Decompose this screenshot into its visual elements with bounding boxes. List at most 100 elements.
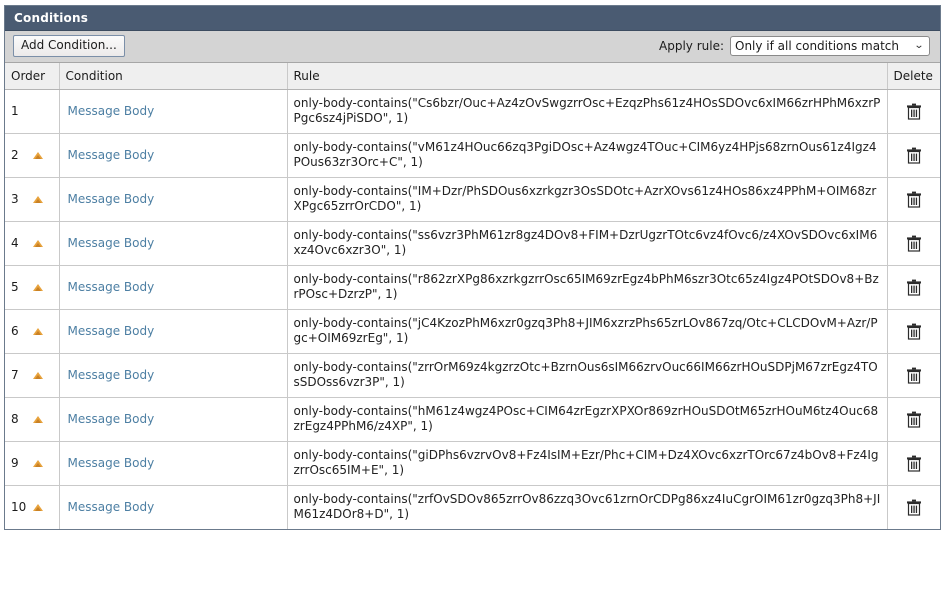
order-inner: 1 (11, 104, 53, 118)
move-up-arrow-icon[interactable] (33, 415, 44, 423)
order-number: 4 (11, 236, 19, 250)
trash-icon[interactable] (906, 103, 922, 120)
condition-link[interactable]: Message Body (66, 368, 155, 382)
column-header-rule: Rule (287, 63, 888, 90)
order-number: 9 (11, 456, 19, 470)
table-row: 7 Message Body only-body-contains("zrrOrM6… (5, 353, 940, 398)
rule-cell: only-body-contains("ss6vzr3PhM61zr8gz4DO… (287, 221, 888, 266)
condition-cell: Message Body (59, 353, 288, 398)
table-row: 1 Message Body only-body-contains("Cs6bzr/… (5, 89, 940, 134)
order-cell: 7 (5, 353, 60, 398)
order-number: 1 (11, 104, 19, 118)
rule-cell: only-body-contains("r862zrXPg86xzrkgzrrO… (287, 265, 888, 310)
condition-link[interactable]: Message Body (66, 148, 155, 162)
apply-rule-select[interactable]: Only if all conditions match ⌄ (730, 36, 930, 56)
order-cell: 4 (5, 221, 60, 266)
condition-link[interactable]: Message Body (66, 412, 155, 426)
conditions-panel: Conditions Add Condition... Apply rule: … (4, 5, 941, 530)
delete-cell (887, 133, 940, 178)
order-number: 6 (11, 324, 19, 338)
rule-cell: only-body-contains("zrfOvSDOv865zrrOv86z… (287, 485, 888, 529)
order-number: 7 (11, 368, 19, 382)
column-header-delete: Delete (887, 63, 940, 90)
delete-cell (887, 89, 940, 134)
move-up-arrow-icon[interactable] (33, 459, 44, 467)
conditions-table: Order Condition Rule Delete 1 Message Bod… (5, 63, 940, 529)
trash-icon[interactable] (906, 499, 922, 516)
table-body: 1 Message Body only-body-contains("Cs6bzr/… (5, 89, 940, 529)
trash-icon[interactable] (906, 411, 922, 428)
order-cell: 6 (5, 309, 60, 354)
table-row: 2 Message Body only-body-contains("vM61z4H… (5, 133, 940, 178)
order-number: 2 (11, 148, 19, 162)
move-up-arrow-icon[interactable] (33, 239, 44, 247)
move-up-arrow-icon[interactable] (33, 503, 44, 511)
condition-cell: Message Body (59, 309, 288, 354)
rule-cell: only-body-contains("giDPhs6vzrvOv8+Fz4Is… (287, 441, 888, 486)
delete-cell (887, 441, 940, 486)
rule-cell: only-body-contains("IM+Dzr/PhSDOus6xzrkg… (287, 177, 888, 222)
apply-rule-selected-value: Only if all conditions match (735, 39, 900, 53)
chevron-down-icon: ⌄ (913, 40, 924, 51)
move-up-arrow-icon[interactable] (33, 151, 44, 159)
delete-cell (887, 221, 940, 266)
trash-icon[interactable] (906, 323, 922, 340)
table-row: 6 Message Body only-body-contains("jC4Kzoz… (5, 309, 940, 354)
condition-link[interactable]: Message Body (66, 456, 155, 470)
condition-cell: Message Body (59, 133, 288, 178)
apply-rule-label: Apply rule: (659, 39, 724, 53)
trash-icon[interactable] (906, 147, 922, 164)
delete-cell (887, 397, 940, 442)
table-row: 5 Message Body only-body-contains("r862zrX… (5, 265, 940, 310)
trash-icon[interactable] (906, 235, 922, 252)
order-cell: 5 (5, 265, 60, 310)
condition-link[interactable]: Message Body (66, 192, 155, 206)
move-up-arrow-icon[interactable] (33, 195, 44, 203)
order-inner: 3 (11, 192, 53, 206)
condition-link[interactable]: Message Body (66, 280, 155, 294)
add-condition-button[interactable]: Add Condition... (13, 35, 125, 57)
rule-cell: only-body-contains("hM61z4wgz4POsc+CIM64… (287, 397, 888, 442)
move-up-arrow-icon[interactable] (33, 283, 44, 291)
order-inner: 4 (11, 236, 53, 250)
order-number: 10 (11, 500, 27, 514)
delete-cell (887, 353, 940, 398)
table-row: 3 Message Body only-body-contains("IM+Dzr/… (5, 177, 940, 222)
order-inner: 8 (11, 412, 53, 426)
condition-cell: Message Body (59, 177, 288, 222)
condition-cell: Message Body (59, 89, 288, 134)
order-cell: 9 (5, 441, 60, 486)
move-up-arrow-icon[interactable] (33, 371, 44, 379)
condition-link[interactable]: Message Body (66, 104, 155, 118)
order-cell: 1 (5, 89, 60, 134)
order-inner: 10 (11, 500, 53, 514)
order-inner: 2 (11, 148, 53, 162)
table-row: 10 Message Body only-body-contains("zrfOvS… (5, 485, 940, 529)
order-cell: 3 (5, 177, 60, 222)
table-row: 8 Message Body only-body-contains("hM61z4w… (5, 397, 940, 442)
condition-link[interactable]: Message Body (66, 236, 155, 250)
move-up-arrow-icon[interactable] (33, 327, 44, 335)
condition-cell: Message Body (59, 485, 288, 529)
trash-icon[interactable] (906, 191, 922, 208)
order-cell: 2 (5, 133, 60, 178)
delete-cell (887, 309, 940, 354)
order-cell: 8 (5, 397, 60, 442)
trash-icon[interactable] (906, 455, 922, 472)
column-header-condition: Condition (59, 63, 288, 90)
order-inner: 5 (11, 280, 53, 294)
rule-cell: only-body-contains("jC4KzozPhM6xzr0gzq3P… (287, 309, 888, 354)
panel-title: Conditions (5, 6, 940, 31)
condition-link[interactable]: Message Body (66, 500, 155, 514)
condition-cell: Message Body (59, 221, 288, 266)
rule-cell: only-body-contains("vM61z4HOuc66zq3PgiDO… (287, 133, 888, 178)
trash-icon[interactable] (906, 367, 922, 384)
order-number: 8 (11, 412, 19, 426)
rule-cell: only-body-contains("Cs6bzr/Ouc+Az4zOvSwg… (287, 89, 888, 134)
order-number: 5 (11, 280, 19, 294)
order-cell: 10 (5, 485, 60, 529)
condition-cell: Message Body (59, 397, 288, 442)
delete-cell (887, 177, 940, 222)
trash-icon[interactable] (906, 279, 922, 296)
condition-link[interactable]: Message Body (66, 324, 155, 338)
